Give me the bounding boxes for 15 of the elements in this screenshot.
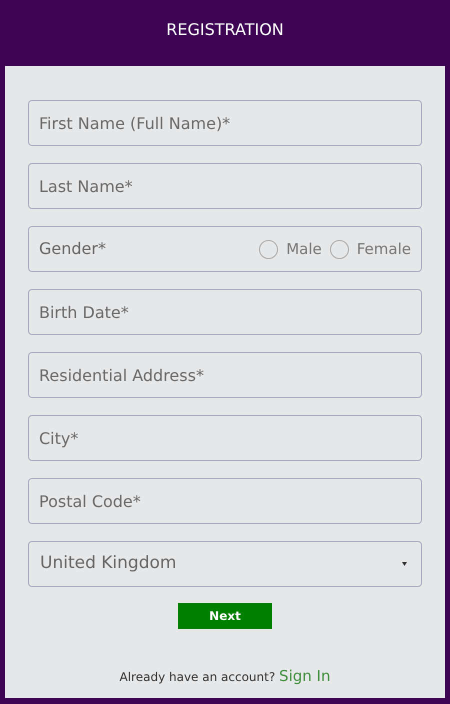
caret-icon (402, 562, 407, 566)
text-field[interactable]: Birth Date* (28, 289, 422, 335)
text-field[interactable]: First Name (Full Name)* (28, 100, 422, 146)
text-field[interactable]: City* (28, 415, 422, 461)
country-select[interactable]: United Kingdom (28, 541, 422, 587)
radio-option[interactable]: Male (259, 238, 322, 260)
text-field[interactable]: Postal Code* (28, 478, 422, 524)
text-field[interactable]: Residential Address* (28, 352, 422, 398)
page-title: REGISTRATION (166, 19, 284, 41)
next-button[interactable]: Next (178, 603, 272, 629)
sign-in-prompt: Already have an account? Sign In (120, 666, 330, 687)
text-field[interactable]: Last Name* (28, 163, 422, 209)
radio-option[interactable]: Female (330, 238, 411, 260)
sign-in-link[interactable]: Sign In (279, 667, 330, 685)
field-label: Gender* (39, 238, 106, 260)
